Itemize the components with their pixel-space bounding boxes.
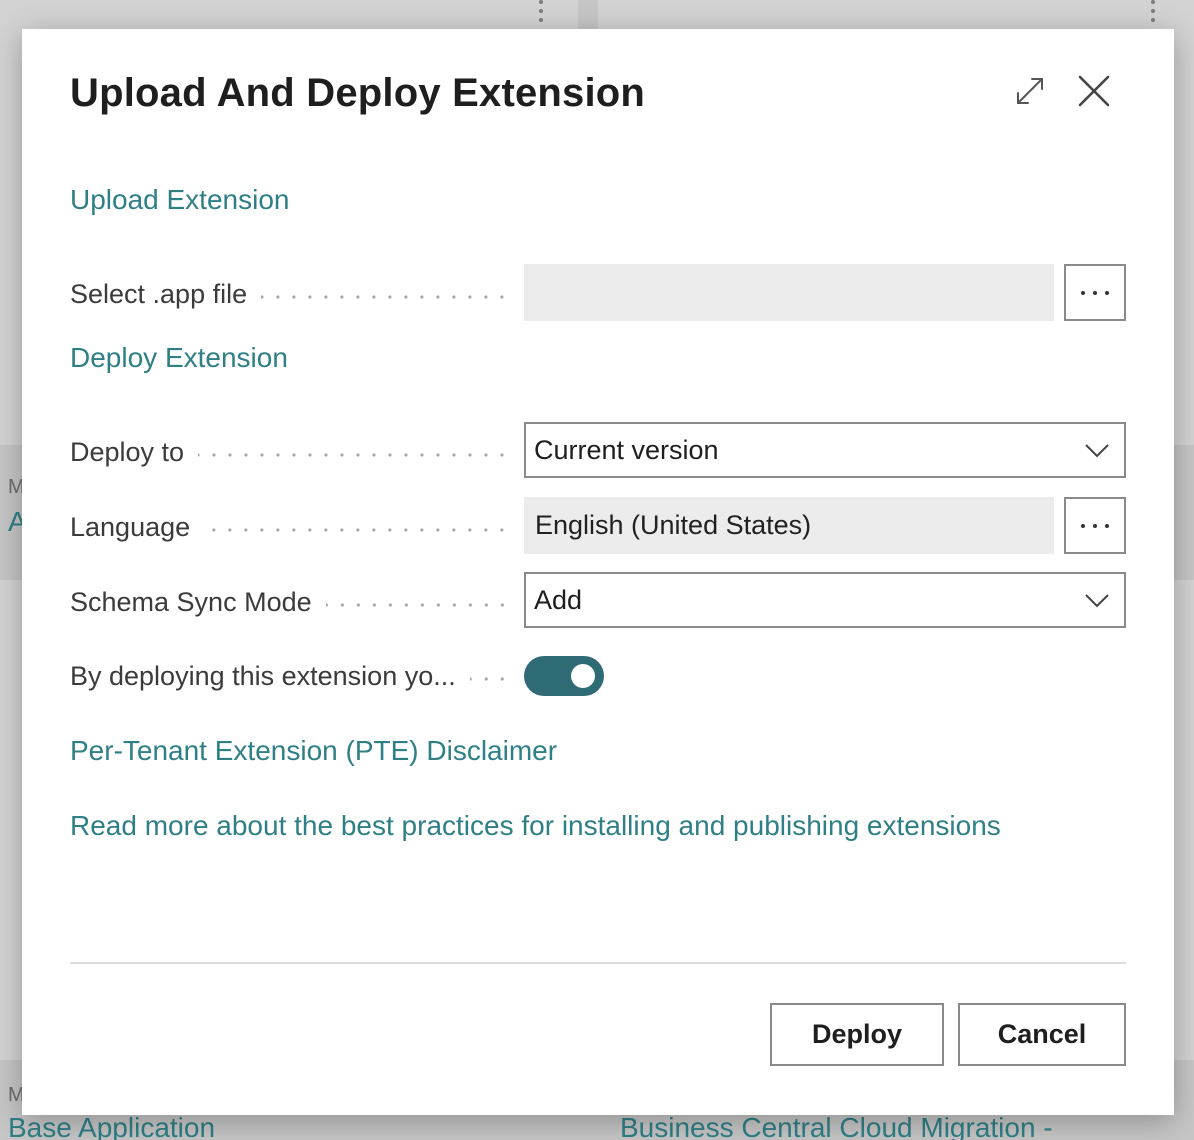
background-more-icon <box>539 0 543 27</box>
background-more-icon <box>1151 0 1155 27</box>
footer-divider <box>70 962 1126 964</box>
label-leader-dots <box>325 603 510 607</box>
ellipsis-icon <box>1077 523 1113 528</box>
language-lookup-button[interactable] <box>1064 497 1126 554</box>
schema-sync-mode-value: Add <box>534 584 583 615</box>
dialog-title: Upload And Deploy Extension <box>70 71 646 115</box>
label-leader-dots <box>204 528 510 532</box>
pte-disclaimer-link[interactable]: Per-Tenant Extension (PTE) Disclaimer <box>70 735 557 767</box>
deploy-to-label: Deploy to <box>70 432 510 472</box>
language-label: Language <box>70 507 510 547</box>
expand-arrows-icon[interactable] <box>1008 69 1052 113</box>
deploy-to-select[interactable]: Current version <box>524 422 1126 478</box>
accept-disclaimer-toggle[interactable] <box>524 656 604 696</box>
deploy-to-value: Current version <box>534 434 719 465</box>
section-upload-extension[interactable]: Upload Extension <box>70 184 289 216</box>
select-app-file-field[interactable] <box>524 264 1054 321</box>
select-app-file-lookup-button[interactable] <box>1064 264 1126 321</box>
close-icon[interactable] <box>1072 69 1116 113</box>
schema-sync-mode-label: Schema Sync Mode <box>70 582 510 622</box>
chevron-down-icon <box>1085 444 1109 458</box>
cancel-button[interactable]: Cancel <box>958 1003 1126 1066</box>
upload-deploy-dialog: Upload And Deploy Extension Upload Exten… <box>22 29 1174 1115</box>
section-deploy-extension[interactable]: Deploy Extension <box>70 342 288 374</box>
schema-sync-mode-select[interactable]: Add <box>524 572 1126 628</box>
accept-disclaimer-label: By deploying this extension yo... <box>70 656 510 696</box>
background-link-base-application[interactable]: Base Application <box>8 1112 215 1140</box>
label-leader-dots <box>469 677 510 681</box>
background-link-cloud-migration[interactable]: Business Central Cloud Migration - <box>620 1112 1053 1140</box>
label-leader-dots <box>198 453 510 457</box>
deploy-button[interactable]: Deploy <box>770 1003 944 1066</box>
language-field[interactable]: English (United States) <box>524 497 1054 554</box>
ellipsis-icon <box>1077 290 1113 295</box>
chevron-down-icon <box>1085 594 1109 608</box>
best-practices-link[interactable]: Read more about the best practices for i… <box>70 810 1001 842</box>
label-leader-dots <box>261 295 510 299</box>
toggle-knob <box>571 664 595 688</box>
select-app-file-label: Select .app file <box>70 274 510 314</box>
